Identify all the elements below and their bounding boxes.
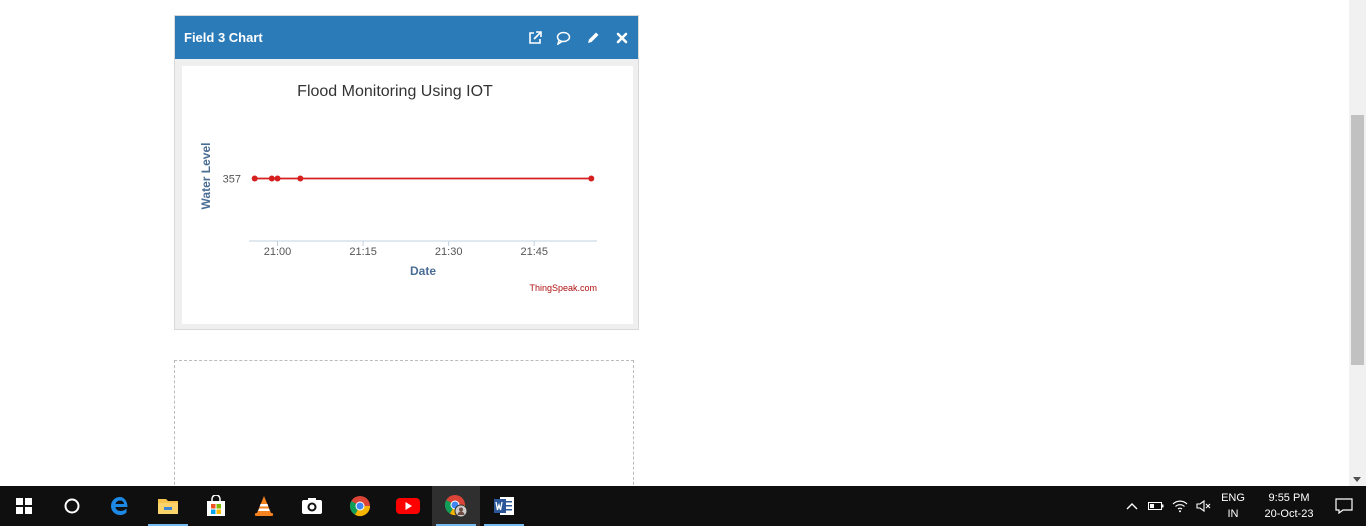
chart-credit[interactable]: ThingSpeak.com — [529, 283, 597, 293]
chrome-profile-icon[interactable] — [432, 486, 480, 526]
store-icon[interactable] — [192, 486, 240, 526]
chart-widget: Field 3 Chart Flood Monitoring Using IOT — [174, 15, 639, 330]
clock-time: 9:55 PM — [1268, 492, 1310, 504]
camera-icon[interactable] — [288, 486, 336, 526]
x-axis-label: Date — [410, 264, 436, 278]
file-explorer-icon[interactable] — [144, 486, 192, 526]
chart-title: Flood Monitoring Using IOT — [297, 83, 493, 100]
x-tick-label: 21:00 — [264, 246, 292, 258]
x-tick-label: 21:30 — [435, 246, 463, 258]
data-point[interactable] — [274, 175, 281, 182]
close-icon[interactable] — [613, 29, 630, 46]
x-tick-label: 21:45 — [520, 246, 548, 258]
wifi-icon[interactable] — [1168, 486, 1192, 526]
line-chart: Flood Monitoring Using IOT Water Level D… — [199, 83, 597, 293]
system-tray: ENG IN 9:55 PM 20-Oct-23 — [1120, 486, 1366, 526]
widget-header-icons — [526, 29, 630, 46]
pencil-icon[interactable] — [584, 29, 601, 46]
volume-muted-icon[interactable] — [1192, 486, 1216, 526]
y-ticks: 357 — [223, 174, 241, 186]
scroll-down-arrow-icon[interactable] — [1353, 477, 1361, 482]
windows-start-icon[interactable] — [0, 486, 48, 526]
edge-icon[interactable] — [96, 486, 144, 526]
y-tick-label: 357 — [223, 174, 241, 186]
empty-widget-placeholder — [174, 360, 634, 490]
battery-icon[interactable] — [1144, 486, 1168, 526]
chrome-icon[interactable] — [336, 486, 384, 526]
data-point[interactable] — [297, 175, 304, 182]
chart-area: Flood Monitoring Using IOT Water Level D… — [182, 66, 633, 324]
language-indicator[interactable]: ENG IN — [1216, 490, 1250, 522]
word-icon[interactable] — [480, 486, 528, 526]
x-ticks: 21:00 21:15 21:30 21:45 — [264, 241, 548, 258]
widget-header: Field 3 Chart — [175, 16, 638, 59]
cortana-icon[interactable] — [48, 486, 96, 526]
scrollbar-thumb[interactable] — [1351, 115, 1364, 365]
clock-date: 20-Oct-23 — [1264, 508, 1314, 520]
clock[interactable]: 9:55 PM 20-Oct-23 — [1256, 490, 1322, 522]
data-point[interactable] — [588, 175, 595, 182]
page: Field 3 Chart Flood Monitoring Using IOT — [0, 0, 1366, 526]
series-group — [251, 175, 595, 182]
external-link-icon[interactable] — [526, 29, 543, 46]
language-code: ENG — [1221, 492, 1245, 504]
page-scrollbar[interactable] — [1349, 0, 1366, 486]
x-tick-label: 21:15 — [349, 246, 377, 258]
youtube-icon[interactable] — [384, 486, 432, 526]
taskbar: ENG IN 9:55 PM 20-Oct-23 — [0, 486, 1366, 526]
region-code: IN — [1227, 508, 1239, 520]
comment-icon[interactable] — [555, 29, 572, 46]
data-point[interactable] — [268, 175, 275, 182]
widget-title: Field 3 Chart — [184, 30, 263, 45]
notification-center-icon[interactable] — [1322, 486, 1366, 526]
data-point[interactable] — [251, 175, 258, 182]
y-axis-label: Water Level — [199, 143, 213, 210]
vlc-icon[interactable] — [240, 486, 288, 526]
chevron-up-icon[interactable] — [1120, 486, 1144, 526]
